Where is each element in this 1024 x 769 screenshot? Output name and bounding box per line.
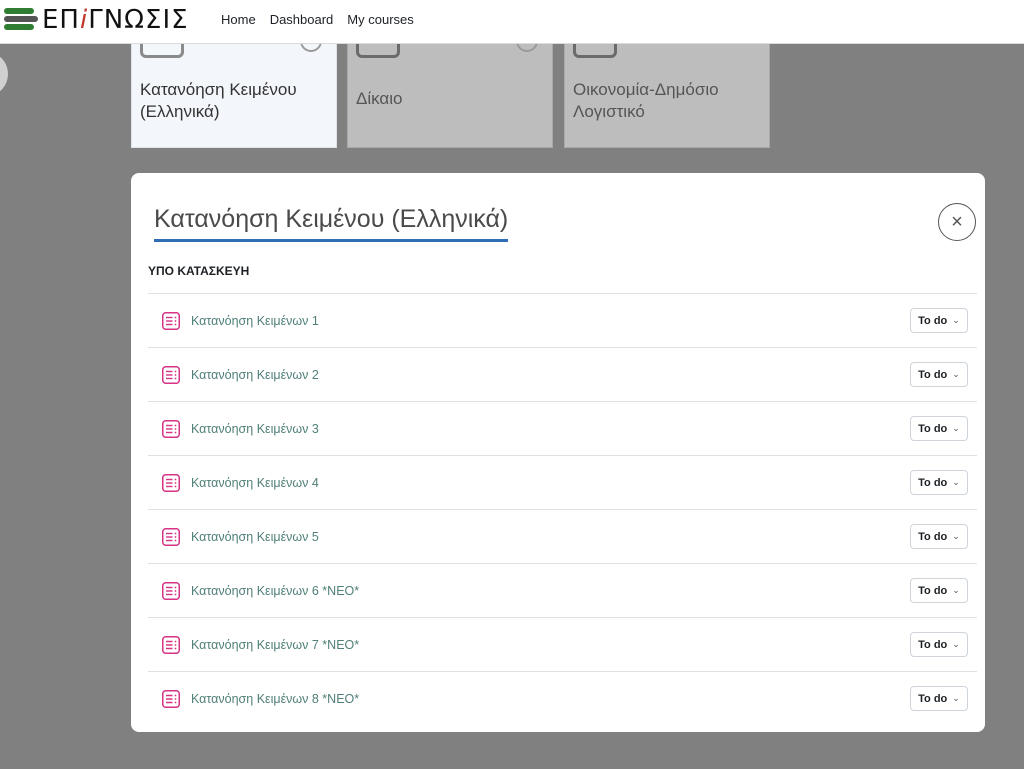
completion-status-dropdown[interactable]: To do ⌄ — [910, 632, 968, 657]
nav-dashboard-link[interactable]: Dashboard — [270, 12, 334, 27]
activity-list: Κατανόηση Κειμένων 1 To do ⌄ Κατανόηση Κε… — [148, 293, 977, 726]
activity-link[interactable]: Κατανόηση Κειμένων 5 — [191, 530, 319, 544]
course-card[interactable]: Δίκαιο — [347, 22, 553, 148]
completion-status-dropdown[interactable]: To do ⌄ — [910, 524, 968, 549]
activity-row: Κατανόηση Κειμένων 3 To do ⌄ — [148, 402, 977, 456]
completion-status-label: To do — [918, 368, 948, 381]
quiz-list-icon — [162, 420, 180, 438]
completion-status-dropdown[interactable]: To do ⌄ — [910, 470, 968, 495]
activity-link[interactable]: Κατανόηση Κειμένων 4 — [191, 476, 319, 490]
completion-status-label: To do — [918, 314, 948, 327]
logo-text: ΕΠiΓΝΩΣΙΣ — [42, 5, 189, 35]
nav-home-link[interactable]: Home — [221, 12, 256, 27]
course-title: Κατανόηση Κειμένου (Ελληνικά) — [140, 80, 297, 121]
completion-status-dropdown[interactable]: To do ⌄ — [910, 308, 968, 333]
activity-link[interactable]: Κατανόηση Κειμένων 1 — [191, 314, 319, 328]
quiz-list-icon — [162, 690, 180, 708]
chevron-down-icon: ⌄ — [952, 477, 960, 487]
completion-status-label: To do — [918, 476, 948, 489]
chevron-down-icon: ⌄ — [952, 315, 960, 325]
activity-row: Κατανόηση Κειμένων 2 To do ⌄ — [148, 348, 977, 402]
chevron-down-icon: ⌄ — [952, 639, 960, 649]
course-title: Δίκαιο — [356, 89, 403, 108]
activity-link[interactable]: Κατανόηση Κειμένων 8 *ΝΕΟ* — [191, 692, 359, 706]
activity-link[interactable]: Κατανόηση Κειμένων 6 *ΝΕΟ* — [191, 584, 359, 598]
completion-status-label: To do — [918, 530, 948, 543]
quiz-list-icon — [162, 636, 180, 654]
activity-row: Κατανόηση Κειμένων 4 To do ⌄ — [148, 456, 977, 510]
completion-status-label: To do — [918, 692, 948, 705]
modal-title: Κατανόηση Κειμένου (Ελληνικά) — [154, 204, 509, 242]
close-icon: × — [951, 210, 963, 233]
course-card[interactable]: Οικονομία-Δημόσιο Λογιστικό — [564, 22, 770, 148]
chevron-down-icon: ⌄ — [952, 423, 960, 433]
completion-status-dropdown[interactable]: To do ⌄ — [910, 416, 968, 441]
drawer-toggle-button[interactable] — [0, 53, 8, 95]
chevron-down-icon: ⌄ — [952, 585, 960, 595]
chevron-down-icon: ⌄ — [952, 531, 960, 541]
completion-status-label: To do — [918, 422, 948, 435]
chevron-down-icon: ⌄ — [952, 369, 960, 379]
completion-status-label: To do — [918, 584, 948, 597]
logo-books-icon — [4, 6, 40, 34]
completion-status-label: To do — [918, 638, 948, 651]
activity-row: Κατανόηση Κειμένων 1 To do ⌄ — [148, 294, 977, 348]
primary-nav: Home Dashboard My courses — [221, 12, 414, 27]
nav-my-courses-link[interactable]: My courses — [347, 12, 413, 27]
section-heading: ΥΠΟ ΚΑΤΑΣΚΕΥΗ — [148, 264, 250, 278]
activity-row: Κατανόηση Κειμένων 8 *ΝΕΟ* To do ⌄ — [148, 672, 977, 726]
activity-link[interactable]: Κατανόηση Κειμένων 7 *ΝΕΟ* — [191, 638, 359, 652]
quiz-list-icon — [162, 312, 180, 330]
completion-status-dropdown[interactable]: To do ⌄ — [910, 362, 968, 387]
activity-link[interactable]: Κατανόηση Κειμένων 2 — [191, 368, 319, 382]
course-card[interactable]: Κατανόηση Κειμένου (Ελληνικά) — [131, 22, 337, 148]
activity-link[interactable]: Κατανόηση Κειμένων 3 — [191, 422, 319, 436]
quiz-list-icon — [162, 474, 180, 492]
course-title: Οικονομία-Δημόσιο Λογιστικό — [573, 80, 719, 121]
quiz-list-icon — [162, 582, 180, 600]
close-modal-button[interactable]: × — [938, 203, 976, 241]
activity-row: Κατανόηση Κειμένων 5 To do ⌄ — [148, 510, 977, 564]
quiz-list-icon — [162, 366, 180, 384]
top-navbar: ΕΠiΓΝΩΣΙΣ Home Dashboard My courses — [0, 0, 1024, 44]
course-activities-modal: Κατανόηση Κειμένου (Ελληνικά) × ΥΠΟ ΚΑΤΑ… — [131, 173, 985, 732]
completion-status-dropdown[interactable]: To do ⌄ — [910, 686, 968, 711]
site-logo[interactable]: ΕΠiΓΝΩΣΙΣ — [4, 4, 189, 36]
activity-row: Κατανόηση Κειμένων 6 *ΝΕΟ* To do ⌄ — [148, 564, 977, 618]
chevron-down-icon: ⌄ — [952, 693, 960, 703]
quiz-list-icon — [162, 528, 180, 546]
activity-row: Κατανόηση Κειμένων 7 *ΝΕΟ* To do ⌄ — [148, 618, 977, 672]
completion-status-dropdown[interactable]: To do ⌄ — [910, 578, 968, 603]
